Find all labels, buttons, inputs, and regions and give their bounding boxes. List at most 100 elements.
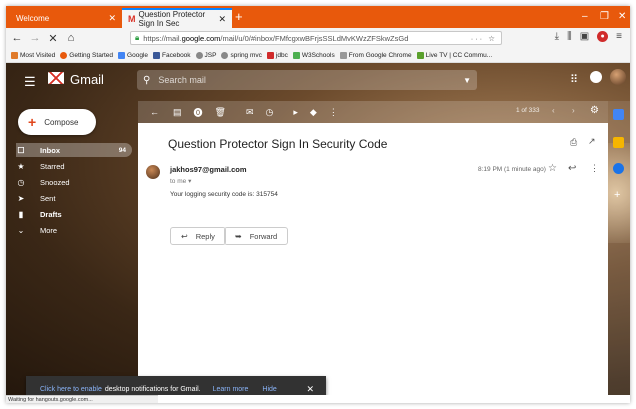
lock-icon: 🔒︎: [135, 33, 140, 42]
sidebar-item-drafts[interactable]: ▮ Drafts: [16, 207, 132, 221]
folder-icon: [339, 51, 347, 59]
forward-button[interactable]: ➥ Forward: [224, 227, 289, 245]
bookmark-live-tv[interactable]: Live TV | CC Commu...: [416, 51, 492, 59]
gmail-brand[interactable]: Gmail: [70, 72, 104, 87]
search-options-icon[interactable]: ▼: [463, 76, 471, 85]
tab-gmail-message[interactable]: M Question Protector Sign In Sec ✕: [122, 8, 232, 28]
bookmark-getting-started[interactable]: Getting Started: [60, 51, 114, 59]
bookmark-jdbc[interactable]: jdbc: [266, 51, 288, 59]
recipient-details[interactable]: to me ▾: [170, 177, 191, 185]
home-icon[interactable]: ⌂: [64, 32, 78, 44]
sidebar-item-more[interactable]: ⌄ More: [16, 223, 132, 237]
sidebar-item-starred[interactable]: ★ Starred: [16, 159, 132, 173]
sidebar-item-label: Snoozed: [40, 177, 70, 187]
report-spam-icon[interactable]: ⓿: [194, 106, 203, 119]
firefox-icon: [60, 51, 68, 59]
url-bar[interactable]: 🔒︎ https://mail. google.com/mail/u/0/#inb…: [130, 31, 502, 45]
sidebar-item-snoozed[interactable]: ◷ Snoozed: [16, 175, 132, 189]
archive-icon[interactable]: ▤: [173, 107, 182, 118]
apps-grid-icon[interactable]: ⠿: [570, 73, 578, 86]
close-icon[interactable]: ✕: [306, 384, 314, 395]
compose-button[interactable]: + Compose: [18, 109, 96, 135]
sidebar-item-label: Drafts: [40, 209, 62, 219]
flag-icon: [416, 51, 424, 59]
more-options-icon[interactable]: ⋮: [329, 107, 338, 118]
minimize-icon[interactable]: –: [582, 11, 588, 22]
message-pane: Question Protector Sign In Security Code…: [138, 123, 608, 395]
hamburger-menu-icon[interactable]: ≡: [616, 31, 622, 42]
forward-icon: ➥: [235, 231, 242, 241]
print-icon[interactable]: ⎙: [570, 137, 577, 148]
newer-icon[interactable]: ‹: [552, 106, 555, 115]
bookmark-w3schools[interactable]: W3Schools: [292, 51, 335, 59]
delete-icon[interactable]: 🗑︎: [215, 107, 226, 118]
maximize-icon[interactable]: ❐: [600, 11, 609, 22]
sidebar-item-sent[interactable]: ➤ Sent: [16, 191, 132, 205]
open-new-window-icon[interactable]: ↗: [588, 136, 596, 147]
enable-notifications-link[interactable]: Click here to enable: [40, 386, 102, 393]
move-to-icon[interactable]: ▸: [293, 107, 298, 118]
clock-icon: ◷: [17, 177, 25, 187]
mark-unread-icon[interactable]: ✉: [246, 107, 254, 118]
sidebar-icon[interactable]: ▣: [580, 31, 589, 42]
bookmark-jsp[interactable]: JSP: [195, 51, 216, 59]
tab-welcome[interactable]: Welcome ✕: [10, 8, 122, 28]
more-options-icon[interactable]: ⋮: [590, 163, 599, 174]
reply-icon: ↩: [181, 231, 188, 241]
add-addons-icon[interactable]: +: [614, 189, 620, 201]
sender-email[interactable]: jakhos97@gmail.com: [170, 165, 247, 174]
settings-gear-icon[interactable]: ⚙: [590, 105, 599, 116]
star-icon[interactable]: ☆: [548, 163, 557, 174]
older-icon[interactable]: ›: [572, 106, 575, 115]
google-icon: [118, 51, 126, 59]
back-to-inbox-icon[interactable]: ←: [150, 107, 159, 117]
close-icon[interactable]: ✕: [108, 13, 116, 24]
bookmark-spring-mvc[interactable]: spring mvc: [221, 51, 262, 59]
url-host: google.com: [181, 33, 221, 43]
bookmark-from-chrome[interactable]: From Google Chrome: [339, 51, 412, 59]
new-tab-button[interactable]: +: [235, 10, 243, 24]
addon-icon[interactable]: ●: [597, 31, 609, 42]
nav-bar: ← → ✕ ⌂ 🔒︎ https://mail. google.com/mail/…: [6, 28, 630, 48]
globe-icon: [195, 51, 203, 59]
youtube-icon: [266, 51, 274, 59]
unread-count: 94: [118, 146, 126, 154]
sidebar-item-inbox[interactable]: ☐ Inbox 94: [16, 143, 132, 157]
hide-button[interactable]: Hide: [262, 386, 276, 393]
page-actions-icon[interactable]: ··· ☆: [471, 34, 497, 43]
draft-icon: ▮: [18, 209, 24, 219]
learn-more-link[interactable]: Learn more: [213, 386, 249, 393]
bookmark-label: Getting Started: [69, 51, 114, 59]
message-time: 8:19 PM (1 minute ago): [478, 166, 546, 173]
snooze-icon[interactable]: ◷: [266, 107, 274, 118]
star-icon: ★: [17, 161, 25, 171]
bookmark-facebook[interactable]: Facebook: [153, 51, 191, 59]
stop-icon[interactable]: ✕: [46, 32, 60, 45]
message-toolbar: ← ▤ ⓿ 🗑︎ ✉ ◷ ▸ ◆ ⋮ 1 of 333 ‹ › ⚙: [138, 101, 608, 123]
account-avatar[interactable]: [610, 69, 626, 85]
title-bar: Welcome ✕ M Question Protector Sign In S…: [6, 6, 630, 28]
window-close-icon[interactable]: ✕: [618, 11, 626, 22]
gmail-logo-icon[interactable]: [48, 72, 64, 84]
forward-icon[interactable]: →: [28, 32, 42, 44]
url-prefix: https://mail.: [143, 33, 182, 43]
bookmarks-bar: Most Visited Getting Started Google Face…: [6, 48, 630, 63]
search-input[interactable]: ⚲ Search mail ▼: [137, 70, 477, 90]
download-icon[interactable]: ⤓: [555, 31, 559, 42]
message-body: Your logging security code is: 315754: [170, 191, 278, 198]
tasks-icon[interactable]: [613, 163, 624, 174]
close-icon[interactable]: ✕: [218, 14, 226, 25]
label-icon[interactable]: ◆: [310, 107, 317, 118]
calendar-icon[interactable]: [613, 109, 624, 120]
search-icon[interactable]: ⚲: [143, 75, 150, 86]
main-menu-icon[interactable]: ☰: [24, 74, 36, 90]
reply-button[interactable]: ↩ Reply: [170, 227, 226, 245]
bookmark-most-visited[interactable]: Most Visited: [11, 51, 55, 59]
tab-label: Welcome: [16, 13, 50, 23]
bookmark-google[interactable]: Google: [118, 51, 148, 59]
keep-icon[interactable]: [613, 137, 624, 148]
notifications-icon[interactable]: [590, 71, 602, 83]
reply-icon[interactable]: ↩: [568, 163, 576, 174]
back-icon[interactable]: ←: [10, 32, 24, 44]
library-icon[interactable]: ⫼: [567, 31, 572, 42]
